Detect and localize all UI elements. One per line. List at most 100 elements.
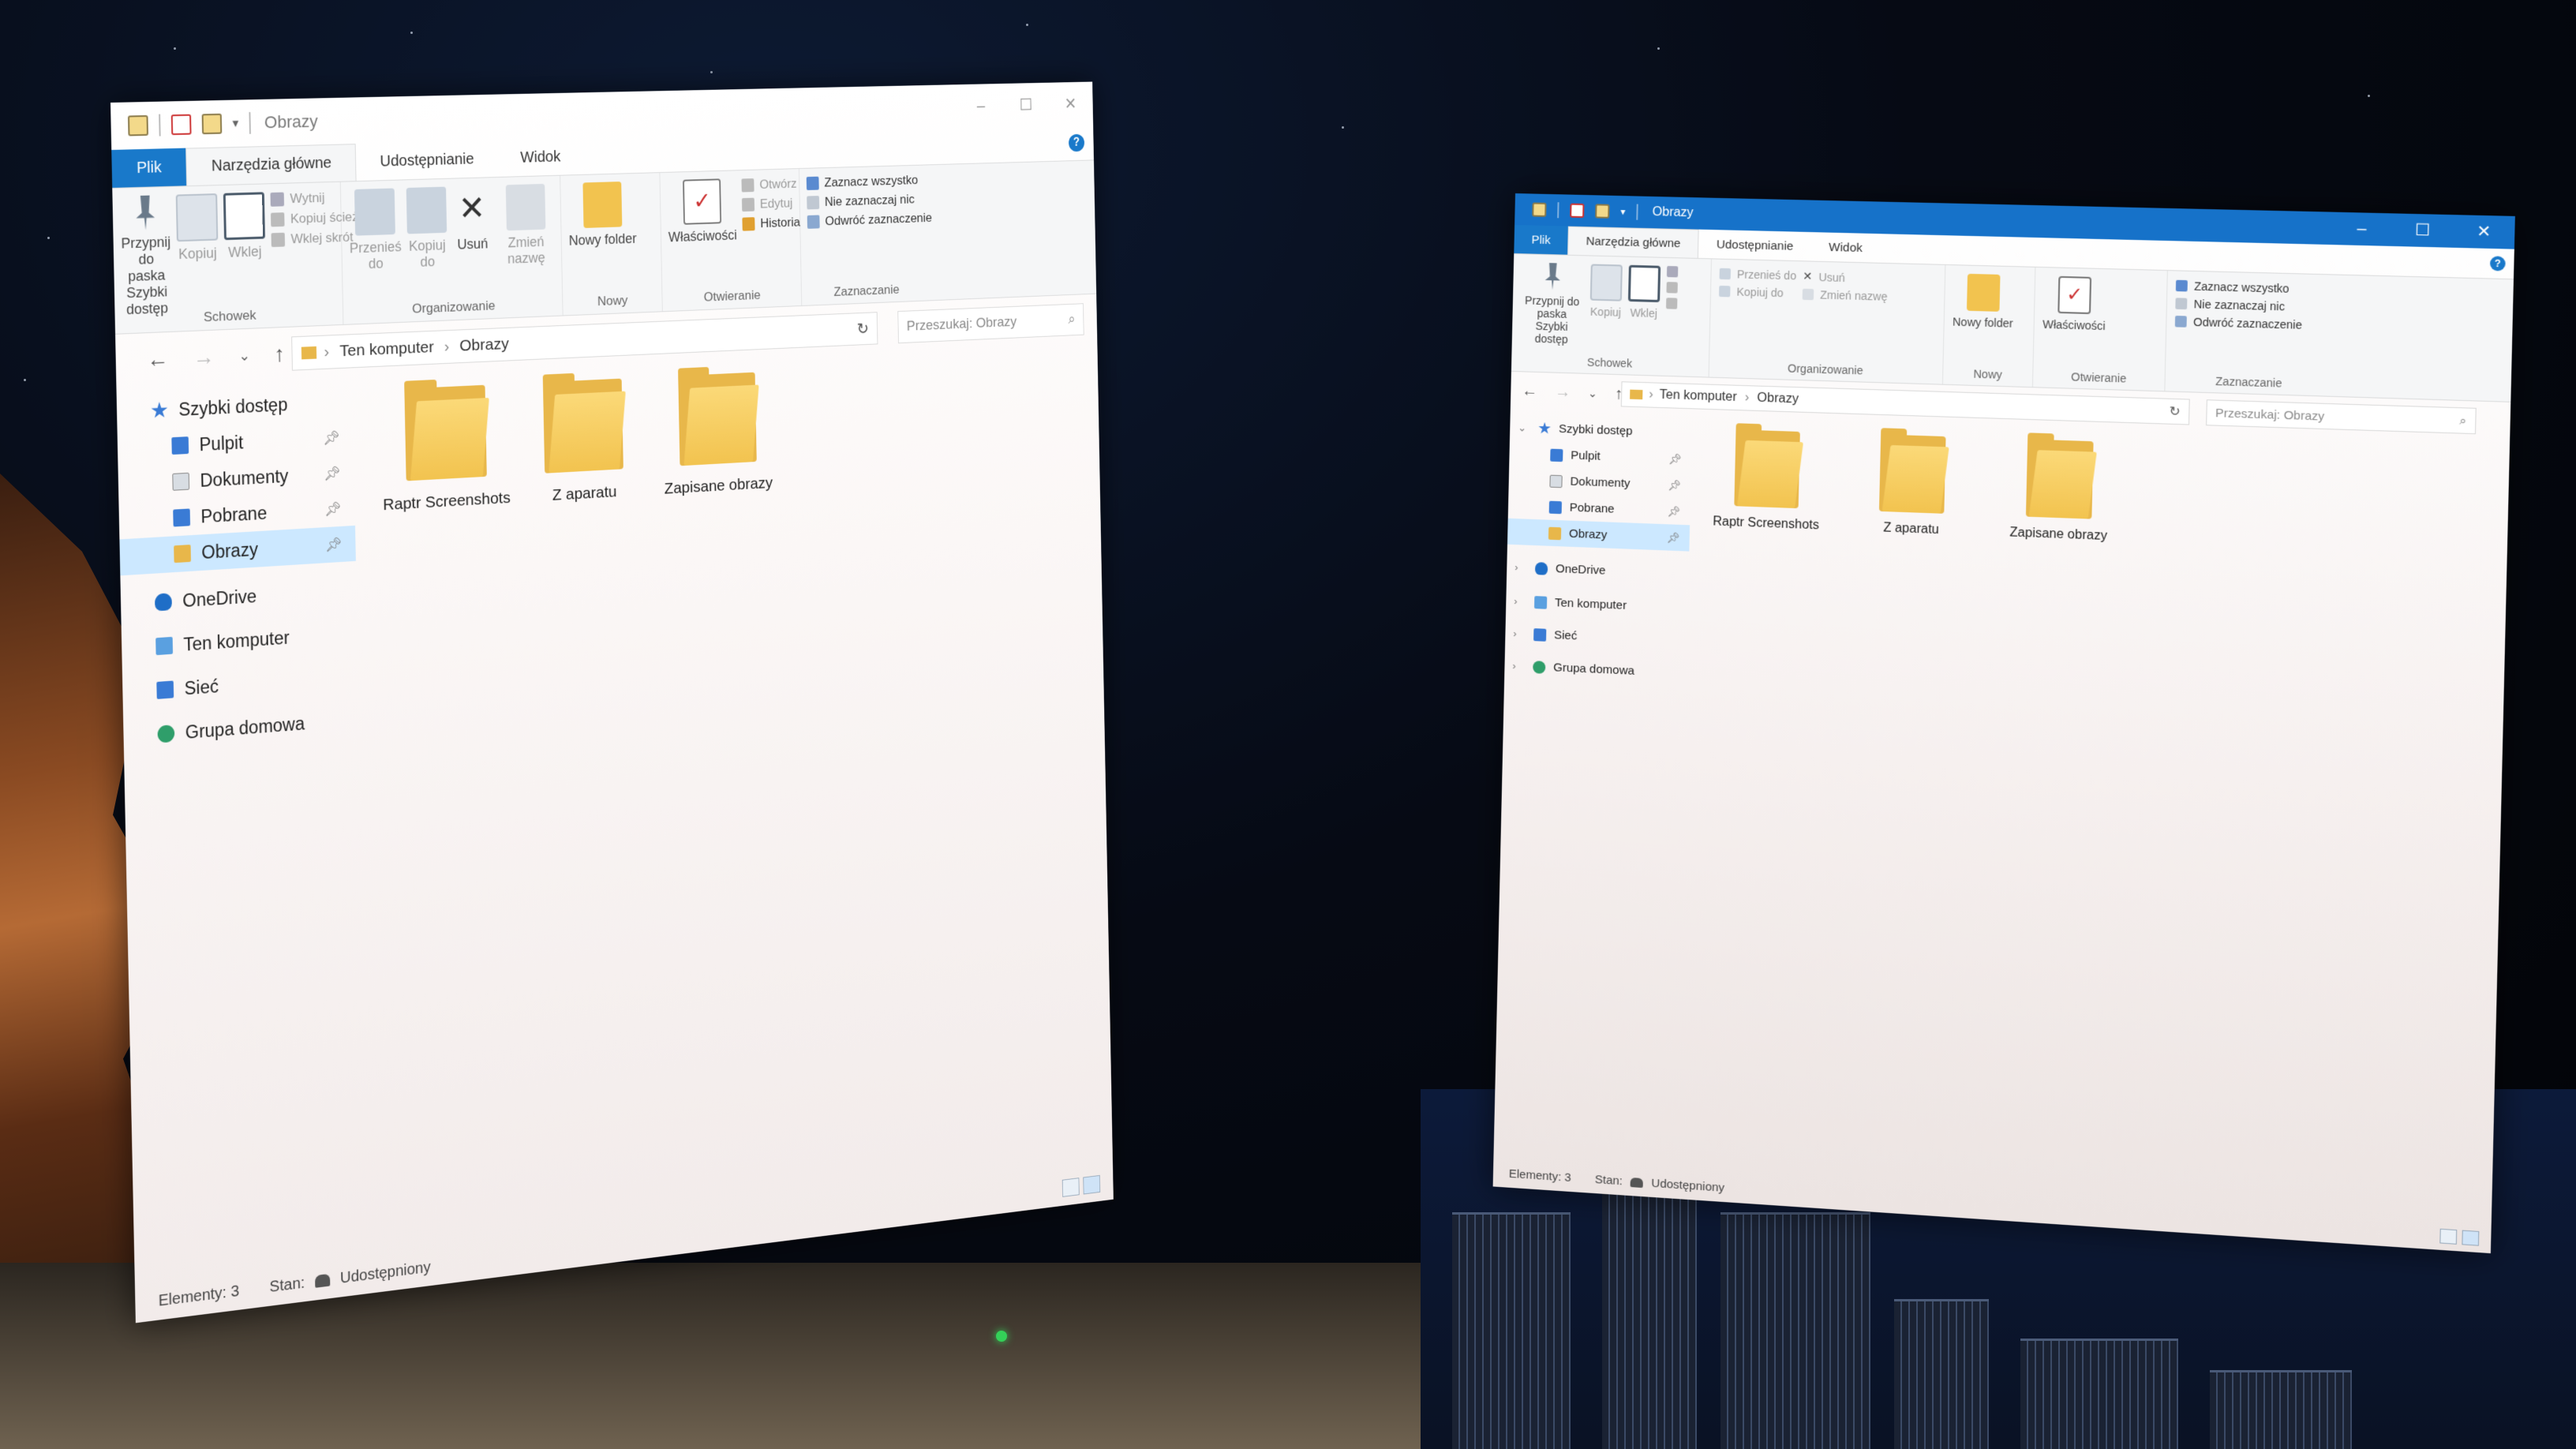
folder-icon — [678, 367, 759, 466]
copy-button[interactable]: Kopiuj — [1589, 264, 1623, 319]
delete-button[interactable]: ✕ Usuń — [1803, 269, 1888, 285]
chevron-right-icon[interactable]: › — [1515, 561, 1518, 573]
select-none-button[interactable]: Nie zaznaczaj nic — [807, 192, 932, 211]
new-folder-button[interactable]: Nowy folder — [1953, 273, 2014, 330]
folder-icon[interactable] — [127, 114, 148, 137]
folder-item[interactable]: Zapisane obrazy — [1997, 432, 2122, 544]
folder-item[interactable]: Zapisane obrazy — [650, 367, 785, 499]
clipboard-small-buttons — [1665, 265, 1679, 309]
chevron-down-icon[interactable]: ▾ — [1620, 206, 1625, 217]
pin-icon[interactable]: 📌︎ — [1667, 531, 1680, 545]
paste-button[interactable]: Wklej — [1627, 264, 1661, 320]
back-arrow-icon[interactable]: ← — [147, 346, 169, 373]
pin-icon[interactable]: 📌︎ — [325, 536, 343, 553]
help-icon[interactable]: ? — [2489, 256, 2506, 271]
minimize-button[interactable]: – — [958, 84, 1004, 129]
details-view-icon[interactable] — [2439, 1228, 2458, 1245]
folder-item[interactable]: Z aparatu — [514, 373, 652, 507]
rename-button[interactable]: Zmień nazwę — [497, 183, 555, 268]
tab-home[interactable]: Narzędzia główne — [185, 144, 357, 186]
pin-icon[interactable]: 📌︎ — [1668, 478, 1681, 492]
tab-view[interactable]: Widok — [497, 138, 584, 177]
tab-view[interactable]: Widok — [1810, 232, 1881, 263]
pin-icon[interactable]: 📌︎ — [323, 429, 340, 447]
divider — [249, 112, 251, 134]
pin-icon[interactable]: 📌︎ — [324, 500, 342, 518]
help-icon[interactable]: ? — [1068, 133, 1085, 152]
select-none-button[interactable]: Nie zaznaczaj nic — [2175, 297, 2302, 313]
new-folder-icon[interactable] — [1595, 204, 1610, 219]
pin-icon[interactable]: 📌︎ — [324, 465, 341, 482]
close-button[interactable]: ✕ — [2453, 215, 2515, 249]
delete-label: Usuń — [1818, 270, 1846, 284]
chevron-right-icon[interactable]: › — [1513, 627, 1517, 639]
tab-share[interactable]: Udostępnianie — [356, 140, 498, 182]
new-folder-icon[interactable] — [201, 113, 223, 135]
tab-share[interactable]: Udostępnianie — [1698, 230, 1811, 261]
breadcrumb-pictures[interactable]: Obrazy — [459, 335, 509, 356]
maximize-button[interactable]: ☐ — [1003, 83, 1049, 128]
properties-icon[interactable] — [1570, 203, 1585, 219]
close-button[interactable]: ✕ — [1048, 82, 1093, 126]
select-small-buttons: Zaznacz wszystko Nie zaznaczaj nic Odwró… — [2174, 279, 2303, 331]
up-arrow-icon[interactable]: ↑ — [274, 342, 285, 367]
rename-button[interactable]: Zmień nazwę — [1802, 288, 1888, 303]
paste-button[interactable]: Wklej — [223, 192, 266, 261]
refresh-icon[interactable]: ↻ — [2169, 403, 2181, 420]
tab-home[interactable]: Narzędzia główne — [1567, 226, 1700, 258]
delete-button[interactable]: ✕ Usuń — [451, 185, 492, 253]
folder-item[interactable]: Raptr Screenshots — [1705, 423, 1828, 534]
refresh-icon[interactable]: ↻ — [856, 320, 869, 339]
move-to-button[interactable]: Przenieś do — [348, 188, 402, 273]
select-all-button[interactable]: Zaznacz wszystko — [806, 173, 932, 191]
properties-label: Właściwości — [2042, 317, 2106, 333]
search-input[interactable]: Przeszukaj: Obrazy ⌕ — [897, 303, 1084, 344]
history-button[interactable]: Historia — [742, 215, 800, 231]
details-view-icon[interactable] — [1061, 1178, 1080, 1197]
back-arrow-icon[interactable]: ← — [1522, 382, 1537, 401]
pin-quick-access-button[interactable]: Przypnij do paska Szybki dostęp — [1520, 262, 1585, 346]
forward-arrow-icon[interactable]: → — [1555, 383, 1571, 402]
invert-selection-button[interactable]: Odwróć zaznaczenie — [807, 211, 932, 230]
search-placeholder: Przeszukaj: Obrazy — [2215, 406, 2325, 424]
copy-button[interactable]: Kopiuj — [175, 193, 219, 263]
forward-arrow-icon[interactable]: → — [193, 344, 215, 370]
cut-button[interactable] — [1666, 265, 1679, 278]
folder-icon[interactable] — [1532, 202, 1547, 217]
chevron-down-icon[interactable]: ⌄ — [1588, 386, 1597, 399]
breadcrumb-pictures[interactable]: Obrazy — [1757, 391, 1799, 407]
select-all-button[interactable]: Zaznacz wszystko — [2175, 279, 2303, 296]
maximize-button[interactable]: ☐ — [2392, 213, 2454, 247]
breadcrumb-this-pc[interactable]: Ten komputer — [339, 339, 434, 361]
invert-selection-button[interactable]: Odwróć zaznaczenie — [2174, 315, 2302, 331]
minimize-button[interactable]: – — [2331, 212, 2392, 246]
pin-quick-access-button[interactable]: Przypnij do paska Szybki dostęp — [120, 195, 172, 319]
new-folder-button[interactable]: Nowy folder — [567, 182, 637, 249]
folder-item[interactable]: Z aparatu — [1850, 428, 1974, 539]
copy-to-button[interactable]: Kopiuj do — [1719, 285, 1796, 300]
properties-button[interactable]: ✓ Właściwości — [667, 178, 737, 245]
chevron-down-icon[interactable]: ⌄ — [1518, 421, 1526, 434]
tab-file[interactable]: Plik — [111, 148, 187, 188]
edit-button[interactable]: Edytuj — [741, 196, 800, 212]
tab-file[interactable]: Plik — [1514, 224, 1569, 255]
pin-icon[interactable]: 📌︎ — [1668, 452, 1682, 466]
open-button[interactable]: Otwórz — [741, 176, 799, 193]
group-open: ✓ Właściwości Otwórz Edytuj Historia Otwi… — [660, 169, 803, 312]
large-icons-view-icon[interactable] — [1083, 1174, 1101, 1195]
copy-to-button[interactable]: Kopiuj do — [406, 186, 447, 271]
properties-button[interactable]: ✓ Właściwości — [2042, 275, 2106, 332]
chevron-right-icon[interactable]: › — [1514, 595, 1518, 607]
large-icons-view-icon[interactable] — [2462, 1230, 2480, 1246]
chevron-right-icon[interactable]: › — [1512, 660, 1516, 672]
search-input[interactable]: Przeszukaj: Obrazy ⌕ — [2206, 399, 2477, 435]
breadcrumb-this-pc[interactable]: Ten komputer — [1660, 388, 1737, 405]
move-to-button[interactable]: Przenieś do — [1719, 268, 1796, 282]
pin-icon[interactable]: 📌︎ — [1668, 505, 1681, 519]
paste-shortcut-button[interactable] — [1665, 298, 1678, 309]
folder-item[interactable]: Raptr Screenshots — [375, 380, 517, 515]
chevron-down-icon[interactable]: ▾ — [232, 115, 238, 131]
chevron-down-icon[interactable]: ⌄ — [238, 347, 250, 364]
copy-path-button[interactable] — [1666, 282, 1678, 294]
properties-icon[interactable] — [170, 114, 192, 136]
